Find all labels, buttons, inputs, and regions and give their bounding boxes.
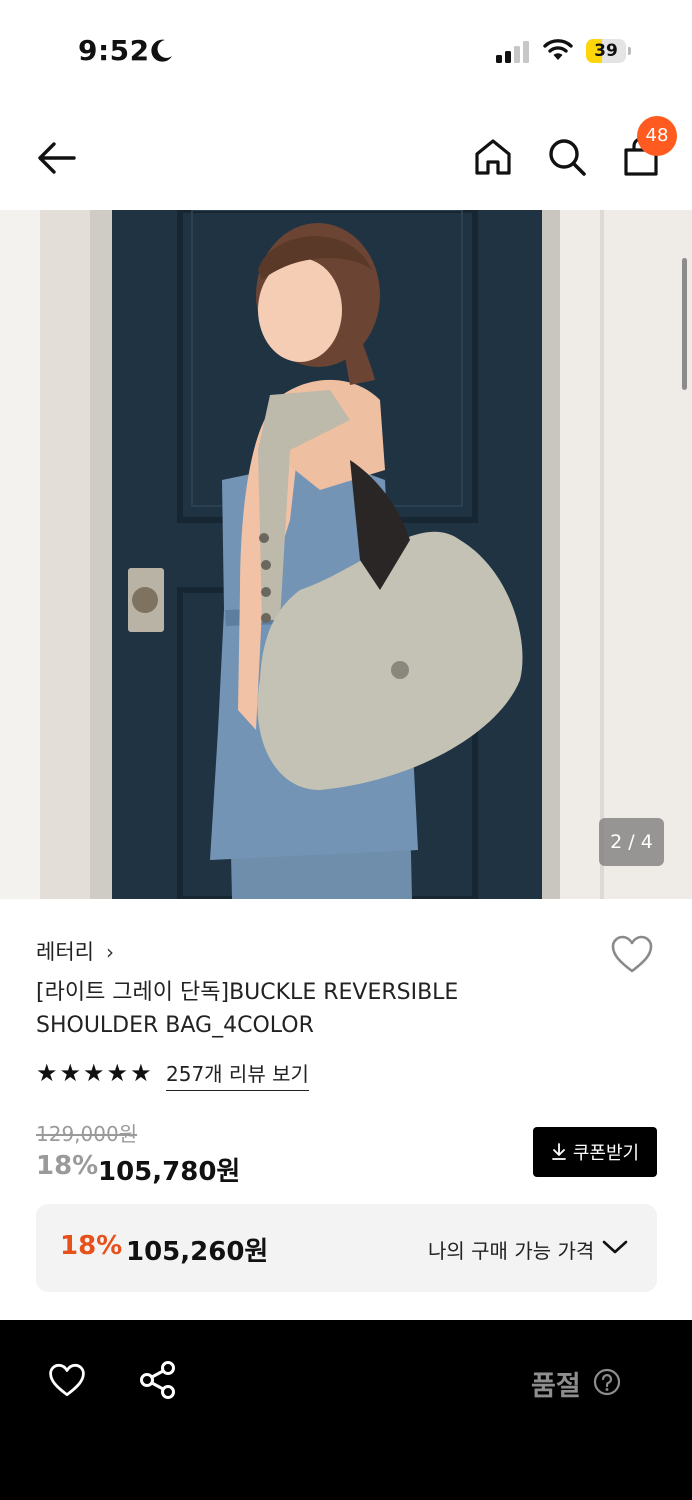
- sale-price: 105,780원: [98, 1157, 241, 1187]
- star-icon: ★: [36, 1059, 58, 1087]
- status-bar: 9:52 39: [0, 0, 692, 100]
- signal-icon: [496, 41, 529, 63]
- my-price-value: 105,260원: [126, 1237, 269, 1267]
- image-page-indicator: 2 / 4: [599, 818, 664, 866]
- rating-stars: ★ ★ ★ ★ ★: [36, 1060, 152, 1086]
- star-icon: ★: [59, 1059, 82, 1087]
- coupon-button-label: 쿠폰받기: [572, 1143, 640, 1164]
- brand-link[interactable]: 레터리: [36, 936, 94, 966]
- sold-out-status: 품절: [531, 1371, 581, 1402]
- star-icon: ★: [106, 1059, 129, 1087]
- product-image[interactable]: [0, 210, 692, 899]
- wishlist-heart-icon[interactable]: [610, 934, 654, 974]
- star-icon: ★: [130, 1059, 152, 1087]
- my-price-label: 나의 구매 가능 가격: [428, 1239, 595, 1263]
- my-discount-rate: 18%: [60, 1231, 123, 1261]
- reviews-link[interactable]: 257개 리뷰 보기: [166, 1058, 309, 1091]
- heart-icon[interactable]: [48, 1362, 86, 1398]
- coupon-button[interactable]: 쿠폰받기: [533, 1127, 657, 1177]
- search-icon[interactable]: [546, 136, 588, 178]
- original-price: 129,000원: [36, 1122, 138, 1146]
- my-price-panel[interactable]: 18% 105,260원 나의 구매 가능 가격: [36, 1204, 657, 1292]
- battery-icon: 39: [586, 39, 632, 63]
- status-time: 9:52: [78, 34, 150, 67]
- help-icon[interactable]: [593, 1368, 621, 1396]
- chevron-right-icon: ›: [106, 940, 114, 964]
- battery-level: 39: [594, 41, 618, 61]
- wifi-icon: [543, 39, 573, 60]
- star-icon: ★: [83, 1059, 105, 1087]
- share-icon[interactable]: [139, 1360, 177, 1400]
- home-icon[interactable]: [472, 136, 514, 178]
- product-title: [라이트 그레이 단독]BUCKLE REVERSIBLE SHOULDER B…: [36, 980, 459, 1038]
- download-icon: [551, 1143, 566, 1160]
- bottom-action-bar: 품절: [0, 1320, 692, 1500]
- cart-count-badge: 48: [637, 116, 677, 156]
- discount-rate: 18%: [36, 1151, 99, 1181]
- product-photo: [0, 210, 692, 899]
- scrollbar-thumb[interactable]: [682, 258, 687, 390]
- top-nav: [0, 110, 692, 210]
- moon-icon: [151, 39, 172, 62]
- chevron-down-icon: [602, 1240, 628, 1254]
- back-arrow-icon[interactable]: [34, 136, 78, 180]
